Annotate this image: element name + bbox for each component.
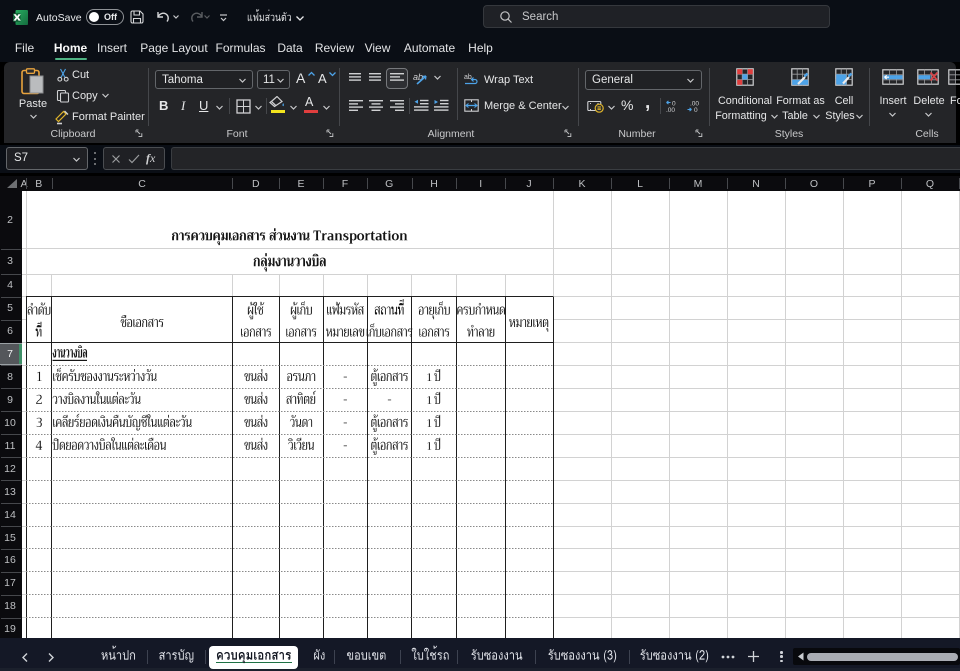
svg-text:0: 0 — [694, 107, 698, 113]
svg-text:ab: ab — [464, 74, 472, 81]
svg-text:.00: .00 — [666, 107, 675, 113]
